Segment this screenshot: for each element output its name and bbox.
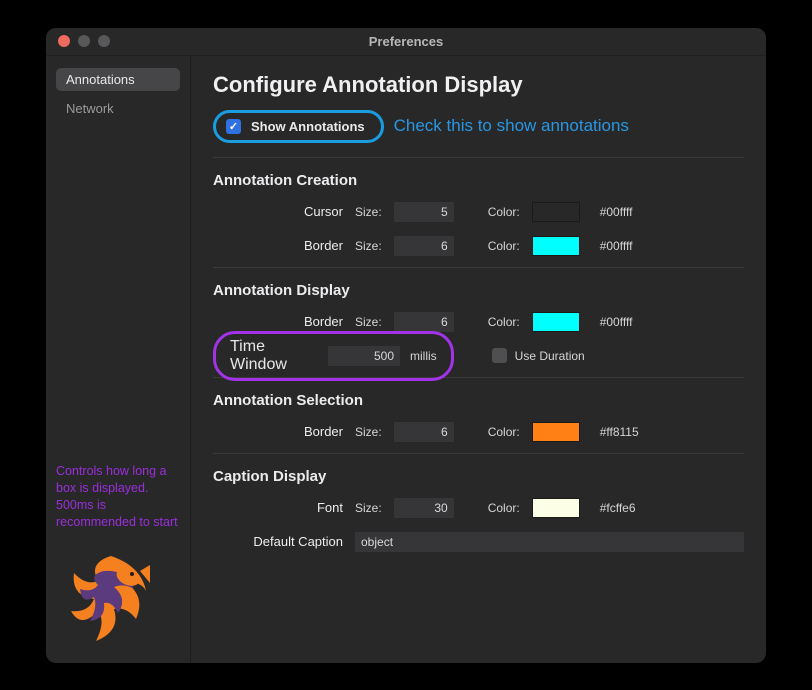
window-body: Annotations Network Controls how long a … xyxy=(46,56,766,663)
size-label: Size: xyxy=(355,425,382,439)
app-logo-icon xyxy=(56,541,166,651)
titlebar: Preferences xyxy=(46,28,766,56)
section-title: Caption Display xyxy=(213,468,744,485)
border-label: Border xyxy=(213,238,343,253)
content-panel: Configure Annotation Display ✓ Show Anno… xyxy=(191,56,766,663)
time-window-unit: millis xyxy=(410,349,437,363)
size-label: Size: xyxy=(355,239,382,253)
close-window-button[interactable] xyxy=(58,35,70,47)
sidebar-bottom: Controls how long a box is displayed. 50… xyxy=(56,463,180,651)
divider xyxy=(213,453,744,454)
section-annotation-display: Annotation Display Border Size: Color: #… xyxy=(213,282,744,369)
section-annotation-creation: Annotation Creation Cursor Size: Color: … xyxy=(213,172,744,259)
color-label: Color: xyxy=(488,501,520,515)
page-title: Configure Annotation Display xyxy=(213,72,744,98)
display-border-color-hex: #00ffff xyxy=(600,315,633,329)
sidebar-item-network[interactable]: Network xyxy=(56,97,180,120)
font-color-hex: #fcffe6 xyxy=(600,501,636,515)
show-annotations-highlight: ✓ Show Annotations xyxy=(213,110,384,143)
sidebar-items: Annotations Network xyxy=(56,68,180,120)
maximize-window-button[interactable] xyxy=(98,35,110,47)
use-duration-checkbox[interactable] xyxy=(492,348,507,363)
section-annotation-selection: Annotation Selection Border Size: Color:… xyxy=(213,392,744,445)
cursor-color-swatch[interactable] xyxy=(532,202,580,222)
creation-border-color-swatch[interactable] xyxy=(532,236,580,256)
font-color-swatch[interactable] xyxy=(532,498,580,518)
color-label: Color: xyxy=(488,239,520,253)
show-annotations-label: Show Annotations xyxy=(251,119,365,134)
cursor-label: Cursor xyxy=(213,204,343,219)
font-size-input[interactable] xyxy=(394,498,454,518)
font-row: Font Size: Color: #fcffe6 xyxy=(213,495,744,521)
border-label: Border xyxy=(213,314,343,329)
traffic-lights xyxy=(46,35,110,47)
time-window-input[interactable] xyxy=(328,346,400,366)
time-window-highlight: Time Window millis xyxy=(213,331,454,381)
window-title: Preferences xyxy=(46,34,766,49)
cursor-color-hex: #00ffff xyxy=(600,205,633,219)
time-window-note: Controls how long a box is displayed. 50… xyxy=(56,463,180,531)
section-caption-display: Caption Display Font Size: Color: #fcffe… xyxy=(213,468,744,555)
creation-border-color-hex: #00ffff xyxy=(600,239,633,253)
size-label: Size: xyxy=(355,315,382,329)
creation-border-row: Border Size: Color: #00ffff xyxy=(213,233,744,259)
default-caption-row: Default Caption xyxy=(213,529,744,555)
default-caption-input[interactable] xyxy=(355,532,744,552)
cursor-size-input[interactable] xyxy=(394,202,454,222)
section-title: Annotation Selection xyxy=(213,392,744,409)
use-duration-group: Use Duration xyxy=(492,348,585,363)
selection-border-color-swatch[interactable] xyxy=(532,422,580,442)
size-label: Size: xyxy=(355,501,382,515)
display-border-color-swatch[interactable] xyxy=(532,312,580,332)
sidebar-item-annotations[interactable]: Annotations xyxy=(56,68,180,91)
selection-border-row: Border Size: Color: #ff8115 xyxy=(213,419,744,445)
time-window-label: Time Window xyxy=(230,338,318,374)
show-annotations-row: ✓ Show Annotations Check this to show an… xyxy=(213,110,744,143)
default-caption-label: Default Caption xyxy=(213,534,343,549)
show-annotations-checkbox[interactable]: ✓ xyxy=(226,119,241,134)
display-border-size-input[interactable] xyxy=(394,312,454,332)
selection-border-size-input[interactable] xyxy=(394,422,454,442)
sidebar-item-label: Network xyxy=(66,101,114,116)
minimize-window-button[interactable] xyxy=(78,35,90,47)
size-label: Size: xyxy=(355,205,382,219)
sidebar-item-label: Annotations xyxy=(66,72,135,87)
color-label: Color: xyxy=(488,425,520,439)
creation-border-size-input[interactable] xyxy=(394,236,454,256)
sidebar: Annotations Network Controls how long a … xyxy=(46,56,191,663)
section-title: Annotation Creation xyxy=(213,172,744,189)
divider xyxy=(213,157,744,158)
section-title: Annotation Display xyxy=(213,282,744,299)
cursor-row: Cursor Size: Color: #00ffff xyxy=(213,199,744,225)
divider xyxy=(213,267,744,268)
selection-border-color-hex: #ff8115 xyxy=(600,425,639,439)
font-label: Font xyxy=(213,500,343,515)
use-duration-label: Use Duration xyxy=(515,349,585,363)
color-label: Color: xyxy=(488,205,520,219)
show-annotations-note: Check this to show annotations xyxy=(394,116,629,136)
color-label: Color: xyxy=(488,315,520,329)
time-window-row: Time Window millis Use Duration xyxy=(213,343,744,369)
preferences-window: Preferences Annotations Network Controls… xyxy=(46,28,766,663)
border-label: Border xyxy=(213,424,343,439)
